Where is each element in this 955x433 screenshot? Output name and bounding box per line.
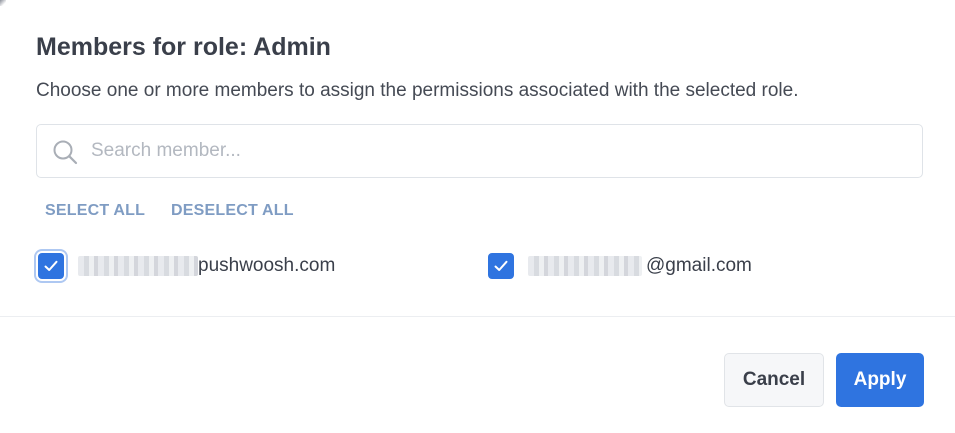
search-input[interactable] (91, 125, 911, 177)
member-checkbox[interactable] (38, 253, 64, 279)
dialog-description: Choose one or more members to assign the… (36, 80, 799, 101)
member-email-domain: pushwoosh.com (198, 255, 336, 276)
member-item[interactable]: @gmail.com (488, 251, 752, 281)
cancel-button[interactable]: Cancel (724, 353, 824, 407)
checkmark-icon (44, 260, 58, 271)
members-dialog: Members for role: Admin Choose one or mo… (0, 0, 955, 433)
apply-button[interactable]: Apply (836, 353, 924, 407)
member-item[interactable]: pushwoosh.com (38, 251, 335, 281)
search-icon (53, 140, 78, 165)
dialog-title: Members for role: Admin (36, 33, 331, 61)
select-all-button[interactable]: SELECT ALL (45, 200, 145, 222)
member-label: pushwoosh.com (78, 255, 335, 277)
member-email-domain: @gmail.com (646, 255, 752, 276)
member-label: @gmail.com (528, 255, 752, 277)
redacted-email-user (78, 256, 198, 276)
corner-shadow (0, 0, 6, 6)
deselect-all-button[interactable]: DESELECT ALL (171, 200, 294, 222)
redacted-email-user (528, 256, 642, 276)
member-checkbox[interactable] (488, 253, 514, 279)
search-box[interactable] (36, 124, 923, 178)
checkmark-icon (494, 260, 508, 271)
footer-divider (0, 316, 955, 317)
